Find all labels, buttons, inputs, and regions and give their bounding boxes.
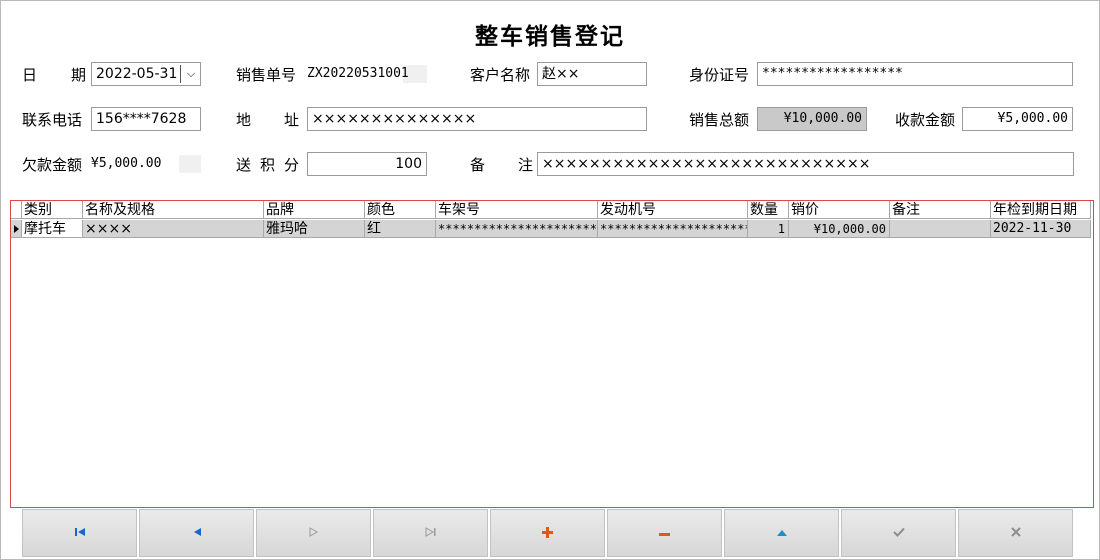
owed-label: 欠款金额 <box>22 156 83 174</box>
cancel-icon <box>1010 527 1021 539</box>
owed-amount: ¥5,000.00 <box>91 155 201 173</box>
delete-record-button[interactable] <box>607 509 722 557</box>
next-record-icon <box>309 527 319 539</box>
cell-note[interactable] <box>890 220 991 238</box>
first-record-icon <box>74 527 86 539</box>
note-input[interactable]: ×××××××××××××××××××××××××××× <box>537 152 1074 176</box>
grid-header-row: 类别 名称及规格 品牌 颜色 车架号 发动机号 数量 销价 备注 年检到期日期 <box>11 201 1091 219</box>
edit-record-button[interactable] <box>724 509 839 557</box>
column-header-category[interactable]: 类别 <box>22 201 83 219</box>
address-label: 地址 <box>236 111 299 129</box>
save-record-button[interactable] <box>841 509 956 557</box>
column-header-brand[interactable]: 品牌 <box>264 201 365 219</box>
date-label: 日期 <box>22 66 86 84</box>
add-record-button[interactable] <box>490 509 605 557</box>
cell-inspection-date[interactable]: 2022-11-30 <box>991 220 1091 238</box>
add-icon <box>542 526 553 540</box>
customer-input[interactable]: 赵×× <box>537 62 647 86</box>
next-record-button[interactable] <box>256 509 371 557</box>
received-label: 收款金额 <box>895 111 956 129</box>
column-header-frame-no[interactable]: 车架号 <box>436 201 598 219</box>
total-label: 销售总额 <box>689 111 750 129</box>
prev-record-icon <box>192 527 202 539</box>
cell-qty[interactable]: 1 <box>748 220 789 238</box>
row-indicator-header <box>11 201 22 219</box>
phone-input[interactable]: 156****7628 <box>91 107 201 131</box>
phone-label: 联系电话 <box>22 111 83 129</box>
order-number: ZX20220531001 <box>307 65 427 83</box>
cancel-record-button[interactable] <box>958 509 1073 557</box>
id-label: 身份证号 <box>689 66 750 84</box>
note-label: 备注 <box>470 156 533 174</box>
sales-detail-grid[interactable]: 类别 名称及规格 品牌 颜色 车架号 发动机号 数量 销价 备注 年检到期日期 … <box>10 200 1094 508</box>
cell-brand[interactable]: 雅玛哈 <box>264 220 365 238</box>
column-header-price[interactable]: 销价 <box>789 201 890 219</box>
date-spin-separator <box>178 65 181 83</box>
cell-name[interactable]: ×××× <box>83 220 264 238</box>
total-field: ¥10,000.00 <box>757 107 867 131</box>
first-record-button[interactable] <box>22 509 137 557</box>
date-input[interactable]: 2022-05-31 <box>91 62 179 86</box>
record-toolbar <box>22 509 1075 557</box>
page-title: 整车销售登记 <box>475 23 625 50</box>
points-label: 送积分 <box>236 156 299 174</box>
edit-icon <box>776 527 788 539</box>
table-row[interactable]: 摩托车 ×××× 雅玛哈 红 *********************** *… <box>11 220 1091 238</box>
cell-color[interactable]: 红 <box>365 220 436 238</box>
order-label: 销售单号 <box>236 66 297 84</box>
last-record-button[interactable] <box>373 509 488 557</box>
cell-frame-no[interactable]: *********************** <box>436 220 598 238</box>
chevron-down-icon: ⌵ <box>186 67 196 80</box>
delete-icon <box>659 527 670 539</box>
received-input[interactable]: ¥5,000.00 <box>962 107 1073 131</box>
column-header-name[interactable]: 名称及规格 <box>83 201 264 219</box>
column-header-color[interactable]: 颜色 <box>365 201 436 219</box>
cell-engine-no[interactable]: ************************ <box>598 220 748 238</box>
cell-price[interactable]: ¥10,000.00 <box>789 220 890 238</box>
cell-category[interactable]: 摩托车 <box>22 220 83 238</box>
last-record-icon <box>425 527 437 539</box>
id-input[interactable]: ****************** <box>757 62 1073 86</box>
address-input[interactable]: ×××××××××××××× <box>307 107 647 131</box>
column-header-note[interactable]: 备注 <box>890 201 991 219</box>
column-header-inspection-date[interactable]: 年检到期日期 <box>991 201 1091 219</box>
save-icon <box>892 527 905 539</box>
current-row-arrow-icon <box>14 225 19 233</box>
date-picker-button[interactable]: ⌵ <box>178 62 201 86</box>
row-indicator <box>11 220 22 238</box>
prev-record-button[interactable] <box>139 509 254 557</box>
points-input[interactable]: 100 <box>307 152 427 176</box>
column-header-qty[interactable]: 数量 <box>748 201 789 219</box>
column-header-engine-no[interactable]: 发动机号 <box>598 201 748 219</box>
customer-label: 客户名称 <box>470 66 531 84</box>
